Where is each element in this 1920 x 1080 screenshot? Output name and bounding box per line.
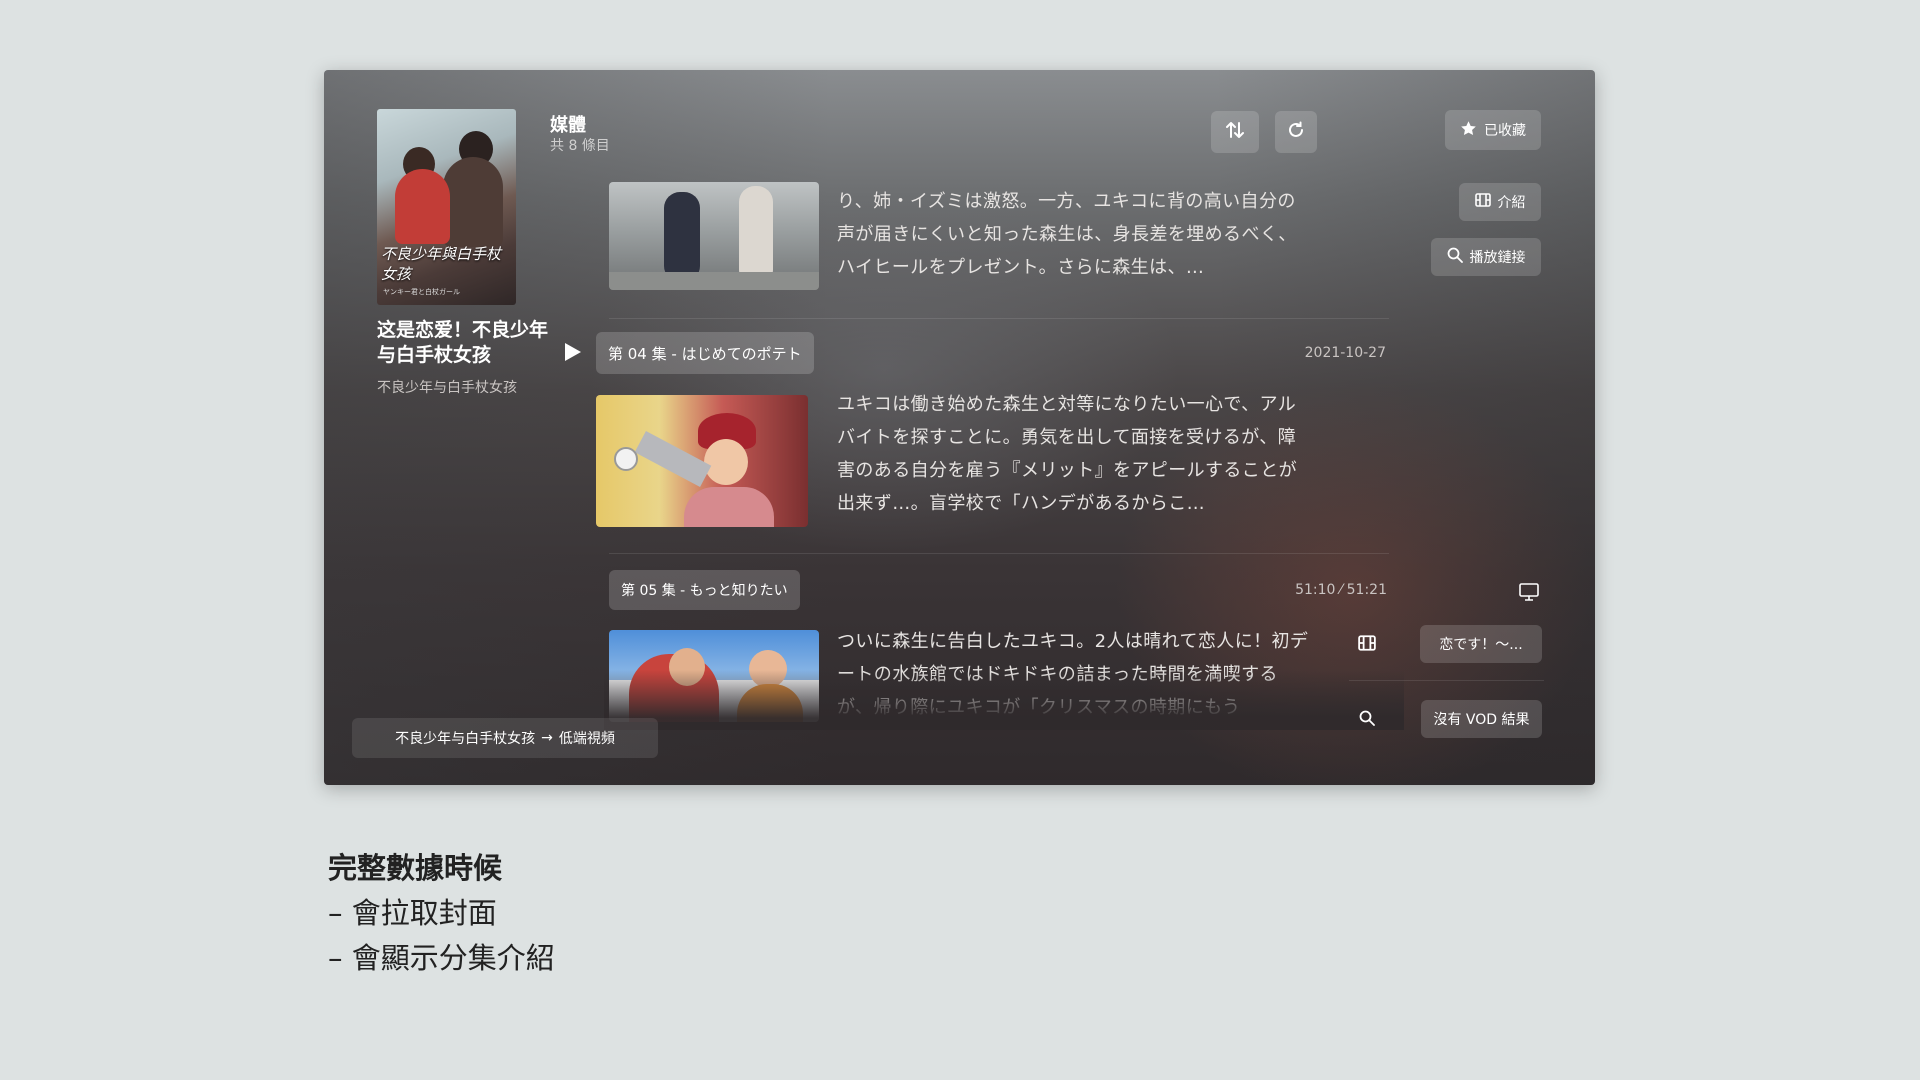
show-subtitle: 不良少年与白手杖女孩 [377,380,517,396]
episode-label[interactable]: 第 04 集 - はじめてのポテト [596,332,814,374]
arrow-right-icon: → [541,730,553,746]
film-icon [1358,635,1376,655]
section-title: 媒體 [550,115,586,136]
film-match-button[interactable]: 恋です！～... [1420,625,1542,663]
caption-line: – 會拉取封面 [328,896,497,930]
play-link-button[interactable]: 播放鏈接 [1431,238,1541,276]
divider [1349,680,1544,681]
item-count: 共 8 條目 [550,138,610,154]
episode-description: ユキコは働き始めた森生と対等になりたい一心で、アルバイトを探すことに。勇気を出し… [837,394,1297,514]
episode-label[interactable]: 第 05 集 - もっと知りたい [609,570,800,610]
poster-figure [443,157,503,247]
poster-subtitle: ヤンキー君と白杖ガール [383,288,460,296]
favorite-label: 已收藏 [1484,123,1526,139]
episode-progress: 51:10 ⁄ 51:21 [1295,582,1387,598]
vod-search-button[interactable]: 沒有 VOD 結果 [1421,700,1542,738]
film-icon [1474,193,1491,211]
play-link-label: 播放鏈接 [1469,250,1526,266]
sort-arrows-icon [1224,119,1246,145]
caption-line: – 會顯示分集介紹 [328,941,555,975]
source-mapping-pill[interactable]: 不良少年与白手杖女孩 → 低端視頻 [352,718,658,758]
thumb-figure [684,487,774,527]
caption-title: 完整數據時候 [328,851,503,885]
intro-button[interactable]: 介紹 [1459,183,1541,221]
divider [609,553,1389,554]
refresh-button[interactable] [1275,111,1317,153]
vod-result-label: 沒有 VOD 結果 [1433,712,1530,728]
thumb-clock [614,447,638,471]
intro-label: 介紹 [1497,195,1526,211]
thumb-figure [704,439,748,485]
play-icon [564,342,582,366]
divider [609,318,1389,319]
poster-figure [395,169,450,244]
target-name: 低端視頻 [558,731,615,747]
media-window: 不良少年與白手杖女孩 ヤンキー君と白杖ガール 这是恋爱！不良少年与白手杖女孩 不… [324,70,1595,785]
show-poster[interactable]: 不良少年與白手杖女孩 ヤンキー君と白杖ガール [377,109,516,305]
favorite-button[interactable]: 已收藏 [1445,110,1541,150]
star-icon [1460,120,1477,141]
show-title: 这是恋爱！不良少年与白手杖女孩 [377,319,549,366]
source-name: 不良少年与白手杖女孩 [395,731,536,747]
search-icon [1359,710,1375,730]
monitor-icon[interactable] [1519,583,1539,605]
episode-thumbnail[interactable] [596,395,808,527]
fade-overlay [604,670,1404,730]
poster-title: 不良少年與白手杖女孩 [381,245,502,283]
search-icon [1447,247,1463,267]
episode-date: 2021-10-27 [1304,345,1386,361]
film-match-label: 恋です！～... [1439,637,1523,653]
refresh-icon [1286,120,1306,144]
thumb-ground [609,272,819,290]
sort-button[interactable] [1211,111,1259,153]
